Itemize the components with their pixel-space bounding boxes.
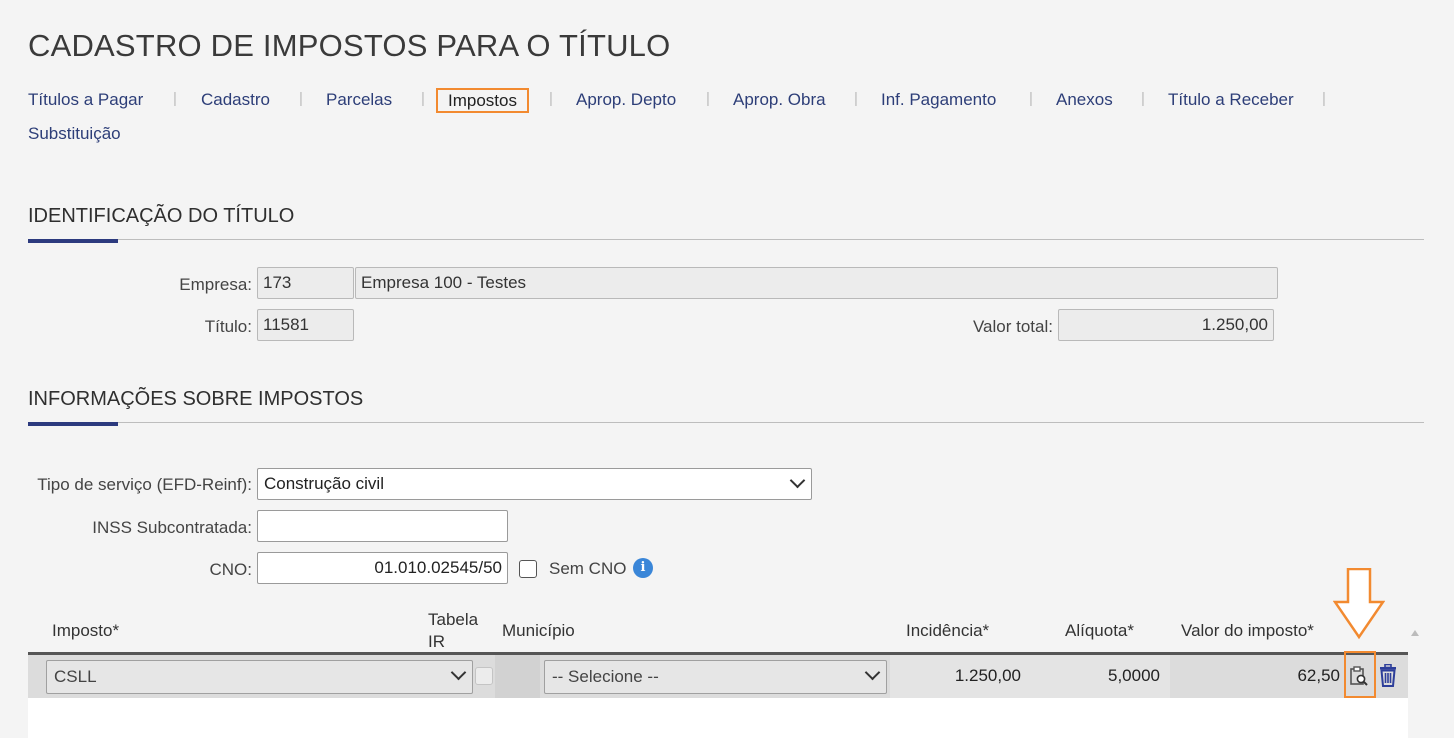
tab-titulos-a-pagar[interactable]: Títulos a Pagar: [28, 90, 143, 110]
column-header-incidencia: Incidência*: [906, 621, 990, 640]
table-row: CSLL -- Selecione -- 1.250,00 5,0000 62,…: [28, 655, 1408, 698]
incidencia-value: 1.250,00: [954, 666, 1021, 685]
column-header-imposto: Imposto*: [52, 621, 120, 640]
scroll-up-icon[interactable]: [1411, 630, 1419, 636]
section-accent-bar: [28, 239, 118, 243]
titulo-label: Título:: [204, 317, 252, 336]
valor-total-label: Valor total:: [972, 317, 1053, 336]
tab-separator: |: [421, 90, 425, 107]
cno-input[interactable]: 01.010.02545/50: [257, 552, 508, 584]
column-header-tabela-ir: Tabela IR: [428, 609, 478, 653]
municipio-select[interactable]: -- Selecione --: [544, 660, 887, 694]
tab-aprop-obra[interactable]: Aprop. Obra: [733, 90, 826, 110]
tab-cadastro[interactable]: Cadastro: [201, 90, 270, 110]
imposto-select[interactable]: CSLL: [46, 660, 473, 694]
grid-body: [28, 698, 1408, 738]
tab-separator: |: [299, 90, 303, 107]
imposto-value: CSLL: [54, 667, 97, 686]
tab-titulo-a-receber[interactable]: Título a Receber: [1168, 90, 1294, 110]
tab-impostos[interactable]: Impostos: [436, 88, 529, 113]
tab-substituicao[interactable]: Substituição: [28, 124, 121, 144]
tab-inf-pagamento[interactable]: Inf. Pagamento: [881, 90, 996, 110]
tabela-ir-cell-bg: [495, 655, 540, 698]
tab-separator: |: [1141, 90, 1145, 107]
tab-separator: |: [1322, 90, 1326, 107]
inss-subcontratada-input[interactable]: [257, 510, 508, 542]
tab-separator: |: [173, 90, 177, 107]
tipo-servico-select[interactable]: Construção civil: [257, 468, 812, 500]
down-arrow-icon: [1332, 567, 1386, 645]
column-header-municipio: Município: [502, 621, 575, 640]
tabela-ir-checkbox[interactable]: [475, 667, 493, 685]
chevron-down-icon: [789, 472, 806, 489]
section-title-impostos: INFORMAÇÕES SOBRE IMPOSTOS: [28, 388, 364, 410]
tab-parcelas[interactable]: Parcelas: [326, 90, 392, 110]
municipio-value: -- Selecione --: [552, 667, 659, 686]
section-divider: [28, 239, 1424, 240]
page-title: CADASTRO DE IMPOSTOS PARA O TÍTULO: [28, 28, 671, 63]
column-header-valor-imposto: Valor do imposto*: [1181, 621, 1314, 640]
section-divider: [28, 422, 1424, 423]
column-header-tabela-ir-line1: Tabela: [428, 610, 479, 629]
valor-imposto-value: 62,50: [1297, 666, 1340, 685]
tab-separator: |: [706, 90, 710, 107]
sem-cno-checkbox[interactable]: [519, 560, 537, 578]
trash-icon[interactable]: [1378, 663, 1398, 688]
inss-subcontratada-label: INSS Subcontratada:: [92, 518, 252, 537]
section-accent-bar: [28, 422, 118, 426]
tipo-servico-value: Construção civil: [264, 474, 384, 493]
tab-separator: |: [854, 90, 858, 107]
aliquota-value: 5,0000: [1108, 666, 1160, 685]
cno-label: CNO:: [209, 560, 253, 579]
tab-aprop-depto[interactable]: Aprop. Depto: [576, 90, 676, 110]
empresa-code-field: 173: [257, 267, 354, 299]
highlight-box: [1344, 651, 1376, 698]
tab-separator: |: [1029, 90, 1033, 107]
tab-separator: |: [549, 90, 553, 107]
tab-anexos[interactable]: Anexos: [1056, 90, 1113, 110]
empresa-name-field: Empresa 100 - Testes: [355, 267, 1278, 299]
valor-total-field: 1.250,00: [1058, 309, 1274, 341]
chevron-down-icon: [864, 664, 881, 681]
section-title-identificacao: IDENTIFICAÇÃO DO TÍTULO: [28, 205, 295, 227]
column-header-aliquota: Alíquota*: [1065, 621, 1134, 640]
column-header-tabela-ir-line2: IR: [428, 632, 445, 651]
info-icon[interactable]: i: [633, 558, 653, 578]
titulo-field: 11581: [257, 309, 354, 341]
tipo-servico-label: Tipo de serviço (EFD-Reinf):: [37, 475, 252, 494]
chevron-down-icon: [450, 664, 467, 681]
empresa-label: Empresa:: [179, 275, 252, 294]
sem-cno-label: Sem CNO: [549, 559, 627, 578]
